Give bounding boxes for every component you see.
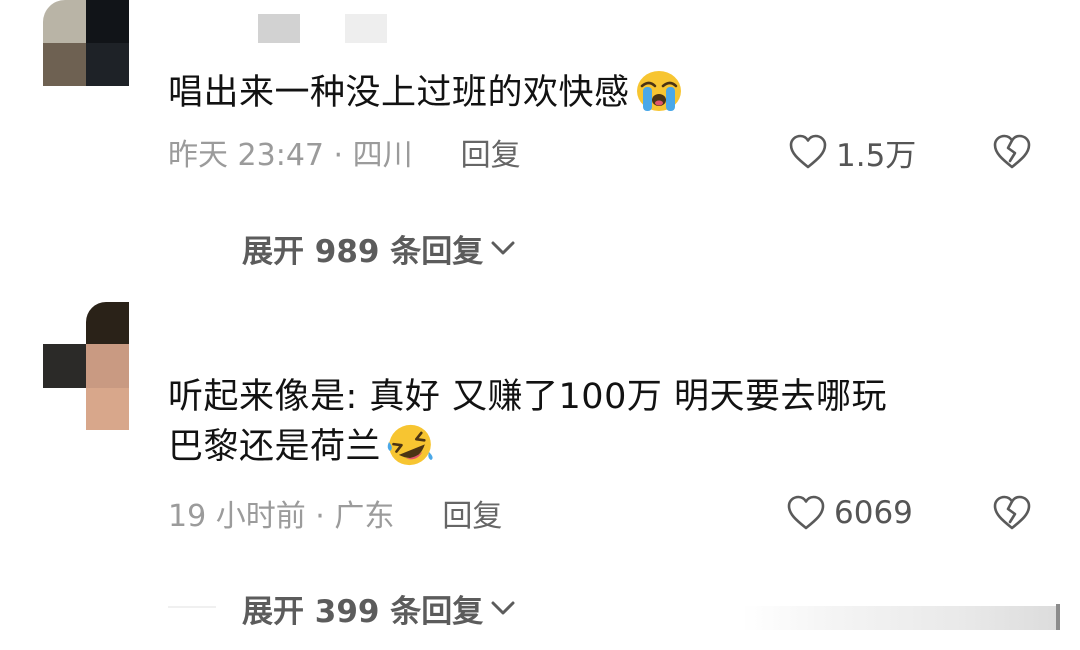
like-button[interactable]: 6069 [786,493,913,533]
watermark-edge [1056,604,1060,630]
loudly-crying-face-icon [636,71,681,111]
expand-replies-label: 展开 399 条回复 [242,593,484,630]
timestamp-location: 19 小时前 · 广东 [168,499,395,534]
broken-heart-icon[interactable] [991,132,1033,172]
expand-replies-button[interactable]: 展开 989 条回复 [242,226,517,270]
avatar-mosaic-tile [86,388,129,430]
reply-indent-line [168,606,216,608]
avatar-mosaic-tile [86,302,129,344]
avatar-mosaic-tile [86,43,129,86]
avatar[interactable] [43,302,129,430]
comment-text-content: 唱出来一种没上过班的欢快感 [168,73,630,113]
avatar-mosaic-tile [43,0,86,43]
comment-meta: 19 小时前 · 广东 回复 [168,491,502,535]
chevron-down-icon [491,241,515,255]
comment-text-line: 听起来像是: 真好 又赚了100万 明天要去哪玩 [168,377,887,417]
expand-replies-label: 展开 989 条回复 [242,233,484,270]
comment-text: 唱出来一种没上过班的欢快感 [168,68,684,118]
avatar-mosaic-tile [43,344,86,388]
like-button[interactable]: 1.5万 [788,132,917,174]
avatar-mosaic-tile [86,0,129,43]
avatar-mosaic-tile [43,302,86,344]
heart-icon [787,495,825,530]
avatar[interactable] [43,0,129,86]
avatar-mosaic-tile [86,344,129,388]
comment-meta: 昨天 23:47 · 四川 回复 [168,130,521,174]
broken-heart-icon[interactable] [991,493,1033,533]
comment-text: 听起来像是: 真好 又赚了100万 明天要去哪玩 巴黎还是荷兰 [168,372,887,472]
watermark-strip [742,606,1058,630]
heart-icon [789,134,827,169]
chevron-down-icon [491,601,515,615]
comment-text-line-2: 巴黎还是荷兰 [168,422,887,472]
reply-button[interactable]: 回复 [442,491,502,535]
comment-text-content: 巴黎还是荷兰 [168,427,382,467]
username-redacted[interactable] [345,14,387,43]
username-redacted[interactable] [258,14,300,43]
reply-button[interactable]: 回复 [461,130,521,174]
expand-replies-button[interactable]: 展开 399 条回复 [242,586,517,630]
avatar-mosaic-tile [43,388,86,430]
avatar-mosaic-tile [43,43,86,86]
like-count: 6069 [834,495,913,531]
timestamp-location: 昨天 23:47 · 四川 [168,138,413,173]
rolling-on-floor-laughing-icon [387,424,433,466]
like-count: 1.5万 [836,137,917,174]
